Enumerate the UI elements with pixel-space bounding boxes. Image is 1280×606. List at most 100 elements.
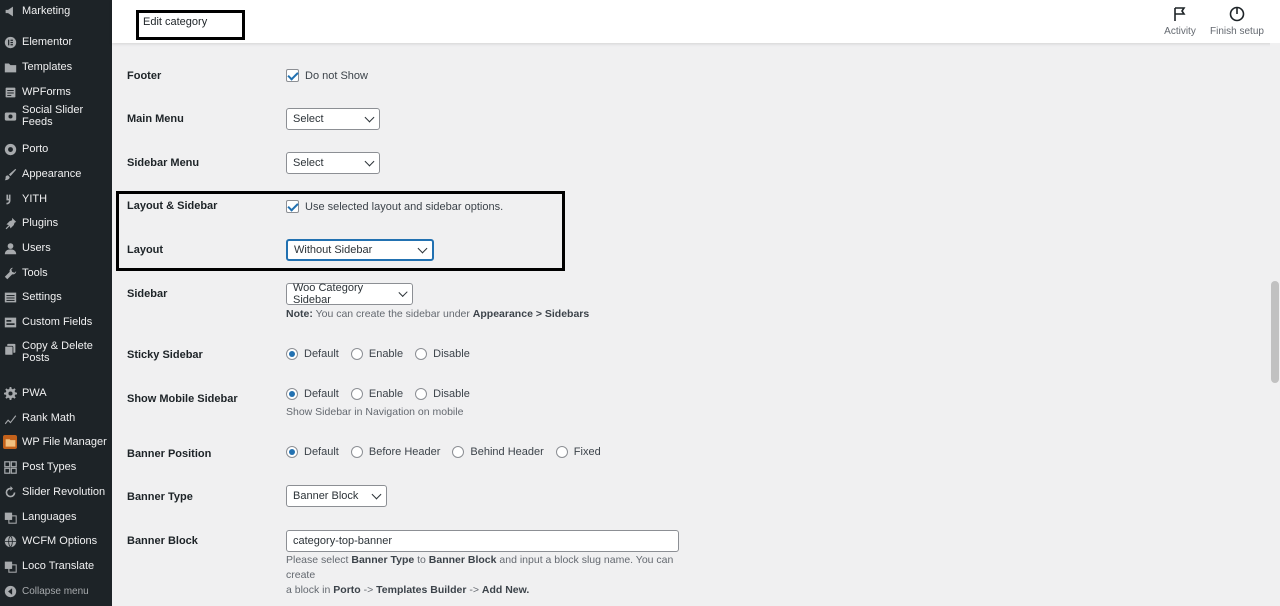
sidebar-item-slider-revolution[interactable]: Slider Revolution [0,481,112,503]
sidebar-menu-select[interactable]: Select [286,152,380,174]
sidebar-item-users[interactable]: Users [0,237,112,259]
sidebar-item-porto[interactable]: Porto [0,138,112,160]
yith-icon [3,192,17,206]
scrollbar-thumb[interactable] [1271,281,1279,383]
mobile-sidebar-description: Show Sidebar in Navigation on mobile [286,406,464,418]
sidebar-item-templates[interactable]: Templates [0,56,112,78]
use-layout-options-checkbox[interactable] [286,200,299,213]
radio-button[interactable] [415,348,428,360]
user-icon [3,241,17,255]
admin-sidebar: Marketing Elementor Templates WPForms So… [0,0,112,606]
show-mobile-sidebar-label: Show Mobile Sidebar [127,393,238,405]
banner-position-option-behind-header[interactable]: Behind Header [452,446,544,458]
chevron-down-icon [364,112,375,122]
sidebar-item-custom-fields[interactable]: Custom Fields [0,311,112,333]
sidebar-menu-label: Sidebar Menu [127,157,200,169]
banner-position-option-before-header[interactable]: Before Header [350,446,440,458]
edit-category-form: Footer Do not Show Main Menu Select Side… [112,43,1270,606]
sidebar-item-rank-math[interactable]: Rank Math [0,407,112,429]
chevron-down-icon [398,287,408,297]
chevron-down-icon [364,156,375,166]
page-scrollbar[interactable] [1270,43,1280,606]
footer-checkbox-label: Do not Show [305,69,368,82]
sticky-sidebar-label: Sticky Sidebar [127,349,203,361]
rank-math-icon [3,411,17,425]
sidebar-item-wp-file-manager[interactable]: WP File Manager [0,431,112,453]
radio-button[interactable] [350,348,363,360]
sidebar-note: Note: You can create the sidebar under A… [286,308,590,320]
footer-do-not-show-checkbox[interactable] [286,69,299,82]
banner-block-label: Banner Block [127,535,198,547]
brush-icon [3,167,17,181]
radio-button[interactable] [350,446,363,458]
mobile-sidebar-option-enable[interactable]: Enable [350,388,403,400]
banner-position-option-fixed[interactable]: Fixed [555,446,601,458]
mobile-sidebar-option-default[interactable]: Default [286,388,339,400]
refresh-icon [3,485,17,499]
sidebar-item-social-slider-feeds[interactable]: Social Slider Feeds [0,104,112,128]
sticky-sidebar-option-disable[interactable]: Disable [415,348,470,360]
translate-icon [3,559,17,573]
layout-select[interactable]: Without Sidebar [286,239,434,261]
copy-icon [3,342,17,356]
sidebar-item-pwa[interactable]: PWA [0,382,112,404]
sidebar-item-copy-delete-posts[interactable]: Copy & Delete Posts [0,340,112,370]
radio-button[interactable] [286,388,298,400]
layout-label: Layout [127,244,164,256]
file-manager-icon [3,435,17,449]
settings-icon [3,290,17,304]
radio-button[interactable] [415,388,428,400]
layout-sidebar-checkbox-label: Use selected layout and sidebar options. [305,200,504,213]
show-mobile-sidebar-radio-group: Default Enable Disable [286,388,482,400]
megaphone-icon [3,4,17,18]
banner-type-select[interactable]: Banner Block [286,485,387,507]
banner-position-radio-group: Default Before Header Behind Header Fixe… [286,446,613,458]
sidebar-item-yith[interactable]: YITH [0,188,112,210]
sidebar-item-appearance[interactable]: Appearance [0,163,112,185]
radio-button[interactable] [452,446,465,458]
progress-circle-icon [1210,6,1264,24]
wrench-icon [3,266,17,280]
sidebar-item-tools[interactable]: Tools [0,262,112,284]
sidebar-item-languages[interactable]: Languages [0,506,112,528]
sticky-sidebar-radio-group: Default Enable Disable [286,348,482,360]
sidebar-item-elementor[interactable]: Elementor [0,31,112,53]
sticky-sidebar-option-default[interactable]: Default [286,348,339,360]
main-menu-select[interactable]: Select [286,108,380,130]
banner-block-input[interactable]: category-top-banner [286,530,679,552]
sidebar-item-post-types[interactable]: Post Types [0,456,112,478]
translate-icon [3,510,17,524]
sidebar-item-wcfm-options[interactable]: WCFM Options [0,530,112,552]
mobile-sidebar-option-disable[interactable]: Disable [415,388,470,400]
plugin-icon [3,216,17,230]
sidebar-item-settings[interactable]: Settings [0,286,112,308]
elementor-icon [3,35,17,49]
finish-setup-button[interactable]: Finish setup [1210,6,1264,37]
sidebar-item-marketing[interactable]: Marketing [0,0,112,22]
sticky-sidebar-option-enable[interactable]: Enable [350,348,403,360]
forms-icon [3,85,17,99]
gear-icon [3,386,17,400]
page-title: Edit category [136,10,245,40]
sidebar-select[interactable]: Woo Category Sidebar [286,282,413,306]
activity-button[interactable]: Activity [1162,6,1198,37]
radio-button[interactable] [286,348,298,360]
instagram-icon [3,109,17,123]
top-header-bar: Edit category Activity Finish setup [112,0,1280,43]
banner-position-option-default[interactable]: Default [286,446,339,458]
collapse-icon [3,584,17,598]
flag-icon [1162,6,1198,24]
banner-block-help: Please select Banner Type to Banner Bloc… [286,554,674,596]
radio-button[interactable] [286,446,298,458]
main-menu-label: Main Menu [127,113,184,125]
chevron-down-icon [417,243,428,253]
sidebar-item-loco-translate[interactable]: Loco Translate [0,555,112,577]
collapse-menu-button[interactable]: Collapse menu [0,580,112,602]
radio-button[interactable] [350,388,363,400]
folder-icon [3,60,17,74]
sidebar-item-plugins[interactable]: Plugins [0,212,112,234]
sidebar-item-wpforms[interactable]: WPForms [0,81,112,103]
chevron-down-icon [371,489,382,499]
radio-button[interactable] [555,446,568,458]
footer-field: Do not Show [286,69,368,82]
